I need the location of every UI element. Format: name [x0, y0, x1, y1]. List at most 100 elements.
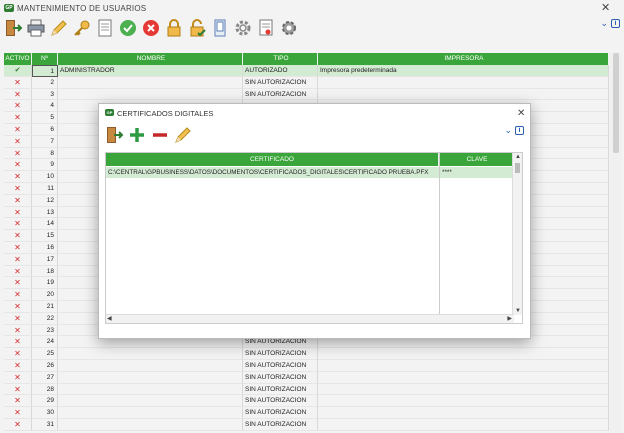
active-cell[interactable]: ✕ [4, 159, 32, 172]
add-certificate-button[interactable] [126, 124, 148, 146]
active-cell[interactable]: ✕ [4, 241, 32, 254]
table-row[interactable]: ✕ 3 SIN AUTORIZACION [4, 88, 609, 101]
edit-certificate-button[interactable] [172, 124, 194, 146]
x-icon: ✕ [14, 242, 21, 252]
table-row[interactable]: ✕ 25 SIN AUTORIZACION [4, 348, 609, 360]
scroll-thumb[interactable] [515, 163, 520, 173]
table-row[interactable]: ✕ 28 SIN AUTORIZACION [4, 383, 609, 396]
unlock-icon [190, 19, 206, 37]
active-cell[interactable]: ✕ [4, 171, 32, 183]
settings-button[interactable] [278, 17, 300, 39]
info-icon[interactable]: i [611, 19, 620, 28]
active-cell[interactable]: ✕ [4, 277, 32, 290]
edit-button[interactable] [48, 17, 70, 39]
col-header-num[interactable]: Nº [32, 53, 58, 65]
scroll-left-icon[interactable]: ◀ [107, 315, 112, 323]
table-row[interactable]: ✕ 26 SIN AUTORIZACION [4, 359, 609, 372]
row-number: 7 [32, 135, 58, 148]
x-icon: ✕ [14, 337, 21, 347]
scroll-down-icon[interactable]: ▼ [515, 307, 521, 315]
active-cell[interactable]: ✔ [4, 65, 32, 77]
lock-button[interactable] [163, 17, 185, 39]
dialog-vertical-scrollbar[interactable]: ▲ ▼ [512, 153, 522, 315]
active-cell[interactable]: ✕ [4, 253, 32, 266]
col-header-certificado[interactable]: CERTIFICADO [106, 153, 439, 166]
close-icon[interactable]: ✕ [601, 3, 610, 14]
active-cell[interactable]: ✕ [4, 218, 32, 231]
col-header-tipo[interactable]: TIPO [243, 53, 318, 65]
col-header-clave[interactable]: CLAVE [440, 153, 514, 166]
document-button[interactable] [94, 17, 116, 39]
main-vertical-scrollbar[interactable] [610, 53, 622, 433]
active-cell[interactable]: ✕ [4, 359, 32, 372]
table-row[interactable]: ✕ 29 SIN AUTORIZACION [4, 395, 609, 408]
active-cell[interactable]: ✕ [4, 100, 32, 113]
active-cell[interactable]: ✕ [4, 76, 32, 89]
certificates-table: CERTIFICADO CLAVE C:\CENTRAL\GPBUSINESS\… [105, 152, 523, 324]
cancel-button[interactable] [140, 17, 162, 39]
x-icon: ✕ [14, 290, 21, 300]
dialog-close-icon[interactable]: ✕ [517, 108, 525, 119]
row-number: 30 [32, 407, 58, 419]
active-cell[interactable]: ✕ [4, 383, 32, 396]
pencil-icon [175, 127, 191, 143]
active-cell[interactable]: ✕ [4, 371, 32, 384]
active-cell[interactable]: ✕ [4, 182, 32, 195]
certificate-button[interactable] [255, 17, 277, 39]
active-cell[interactable]: ✕ [4, 112, 32, 124]
x-icon: ✕ [14, 195, 21, 205]
info-icon[interactable]: i [515, 126, 524, 135]
device-button[interactable] [209, 17, 231, 39]
active-cell[interactable]: ✕ [4, 348, 32, 360]
row-number: 9 [32, 159, 58, 172]
table-row[interactable]: ✕ 2 SIN AUTORIZACION [4, 76, 609, 89]
key-button[interactable] [71, 17, 93, 39]
chevron-down-icon[interactable]: ⌄ [504, 126, 512, 135]
active-cell[interactable]: ✕ [4, 206, 32, 219]
exit-button[interactable] [2, 17, 24, 39]
table-row[interactable]: C:\CENTRAL\GPBUSINESS\DATOS\DOCUMENTOS\C… [106, 167, 514, 178]
table-row[interactable]: ✕ 31 SIN AUTORIZACION [4, 418, 609, 431]
scroll-up-icon[interactable]: ▲ [515, 153, 521, 161]
accept-button[interactable] [117, 17, 139, 39]
print-button[interactable] [25, 17, 47, 39]
x-icon: ✕ [14, 183, 21, 193]
table-row[interactable]: ✕ 27 SIN AUTORIZACION [4, 371, 609, 384]
minus-icon [153, 133, 167, 137]
col-header-impresora[interactable]: IMPRESORA [318, 53, 609, 65]
active-cell[interactable]: ✕ [4, 324, 32, 337]
unlock-button[interactable] [186, 17, 208, 39]
col-header-nombre[interactable]: NOMBRE [58, 53, 243, 65]
active-cell[interactable]: ✕ [4, 395, 32, 408]
remove-certificate-button[interactable] [149, 124, 171, 146]
active-cell[interactable]: ✕ [4, 135, 32, 148]
active-cell[interactable]: ✕ [4, 194, 32, 207]
active-cell[interactable]: ✕ [4, 407, 32, 419]
dialog-logo-icon: GP [105, 109, 114, 116]
scroll-thumb[interactable] [613, 53, 619, 153]
user-printer [318, 348, 609, 360]
user-name [58, 407, 243, 419]
active-cell[interactable]: ✕ [4, 300, 32, 313]
col-header-activo[interactable]: ACTIVO [4, 53, 32, 65]
active-cell[interactable]: ✕ [4, 312, 32, 325]
dialog-titlebar: GP CERTIFICADOS DIGITALES ✕ [99, 104, 530, 122]
dialog-horizontal-scrollbar[interactable]: ◀ ▶ [106, 314, 514, 323]
gear-button[interactable] [232, 17, 254, 39]
dialog-exit-button[interactable] [103, 124, 125, 146]
active-cell[interactable]: ✕ [4, 289, 32, 301]
active-cell[interactable]: ✕ [4, 418, 32, 431]
table-row[interactable]: ✔ 1 ADMINISTRADOR AUTORIZADO Impresora prede… [4, 65, 609, 77]
chevron-down-icon[interactable]: ⌄ [600, 19, 608, 28]
active-cell[interactable]: ✕ [4, 265, 32, 278]
active-cell[interactable]: ✕ [4, 230, 32, 242]
user-printer [318, 76, 609, 89]
table-row[interactable]: ✕ 30 SIN AUTORIZACION [4, 407, 609, 419]
active-cell[interactable]: ✕ [4, 88, 32, 101]
user-type: SIN AUTORIZACION [243, 359, 318, 372]
active-cell[interactable]: ✕ [4, 147, 32, 160]
scroll-right-icon[interactable]: ▶ [507, 315, 512, 323]
x-icon: ✕ [14, 384, 21, 394]
active-cell[interactable]: ✕ [4, 123, 32, 136]
active-cell[interactable]: ✕ [4, 336, 32, 349]
